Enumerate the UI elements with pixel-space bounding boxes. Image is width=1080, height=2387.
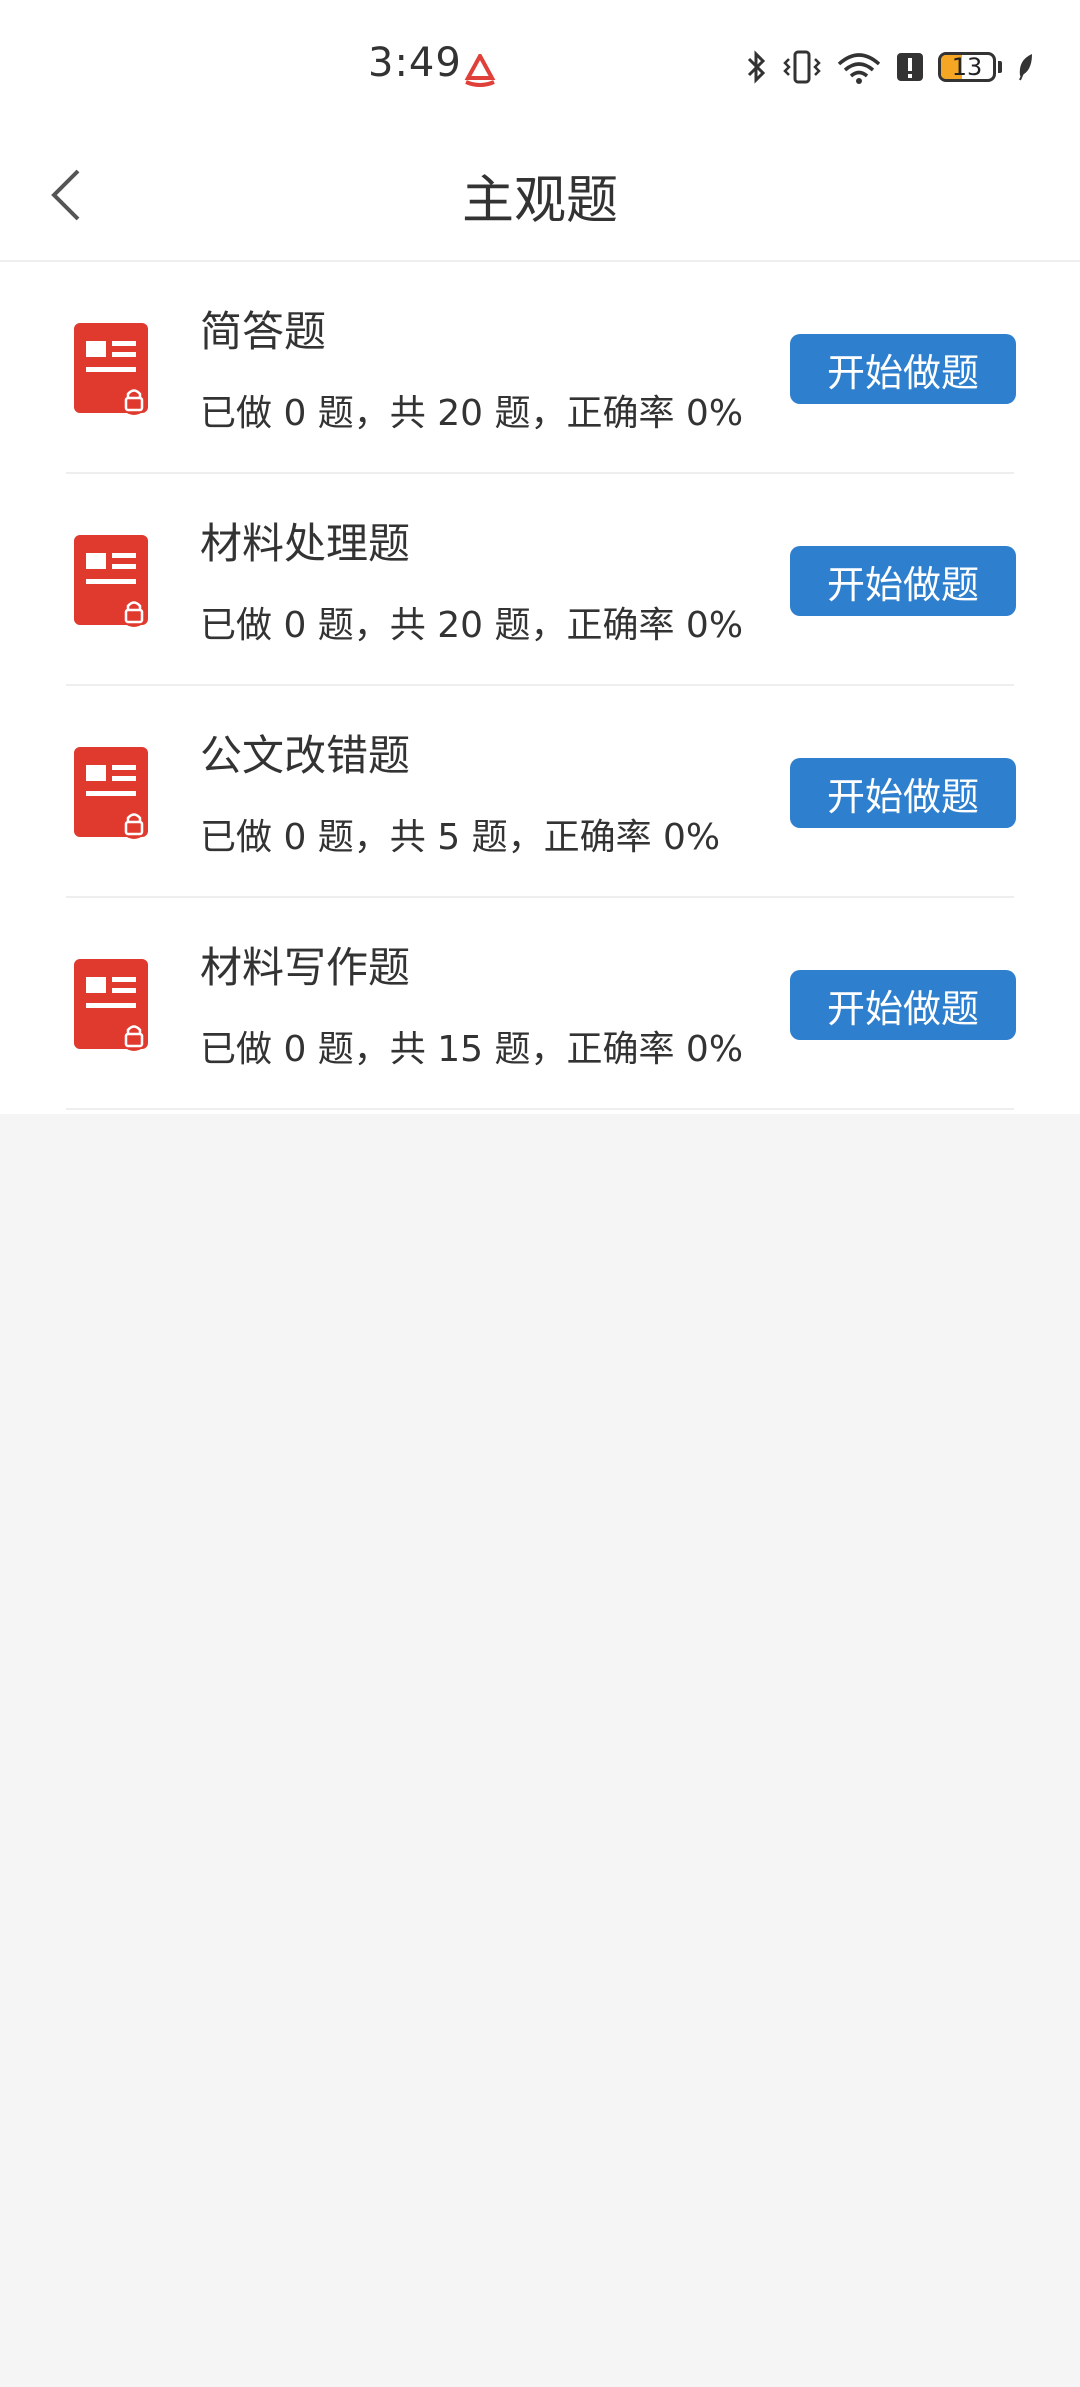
item-title: 公文改错题 [200,731,411,780]
battery-level: 13 [951,53,983,81]
alert-icon [897,53,923,81]
wifi-icon [837,53,881,84]
list-item-document-correction: 公文改错题 已做 0 题，共 5 题，正确率 0% 开始做题 [66,686,1016,898]
item-stats: 已做 0 题，共 20 题，正确率 0% [200,605,744,646]
item-stats: 已做 0 题，共 20 题，正确率 0% [200,393,744,434]
battery-tip [998,61,1002,73]
start-button[interactable]: 开始做题 [790,334,1016,404]
locked-document-icon [74,323,148,415]
locked-document-icon [74,747,148,839]
nav-bar: 主观题 [0,130,1080,262]
locked-document-icon [74,535,148,627]
list-item-material-writing: 材料写作题 已做 0 题，共 15 题，正确率 0% 开始做题 [66,898,1016,1110]
app-notification-icon [464,54,496,87]
leaf-icon [1019,54,1032,81]
bluetooth-icon [747,50,766,84]
item-title: 材料写作题 [200,943,411,992]
item-title: 材料处理题 [200,519,411,568]
item-stats: 已做 0 题，共 5 题，正确率 0% [200,817,721,858]
battery-indicator: 13 [938,52,996,82]
item-stats: 已做 0 题，共 15 题，正确率 0% [200,1029,744,1070]
status-bar: 3:49 13 [0,0,1080,130]
start-button[interactable]: 开始做题 [790,758,1016,828]
status-icons: 13 [746,50,1036,84]
question-type-list: 简答题 已做 0 题，共 20 题，正确率 0% 开始做题 材料处理题 已做 0… [0,262,1080,1114]
status-time: 3:49 [368,40,462,86]
list-item-material-processing: 材料处理题 已做 0 题，共 20 题，正确率 0% 开始做题 [66,474,1016,686]
list-item-short-answer: 简答题 已做 0 题，共 20 题，正确率 0% 开始做题 [66,262,1016,474]
vibrate-icon [783,50,821,84]
locked-document-icon [74,959,148,1051]
start-button[interactable]: 开始做题 [790,970,1016,1040]
item-title: 简答题 [200,307,327,356]
start-button[interactable]: 开始做题 [790,546,1016,616]
page-title: 主观题 [461,171,618,231]
